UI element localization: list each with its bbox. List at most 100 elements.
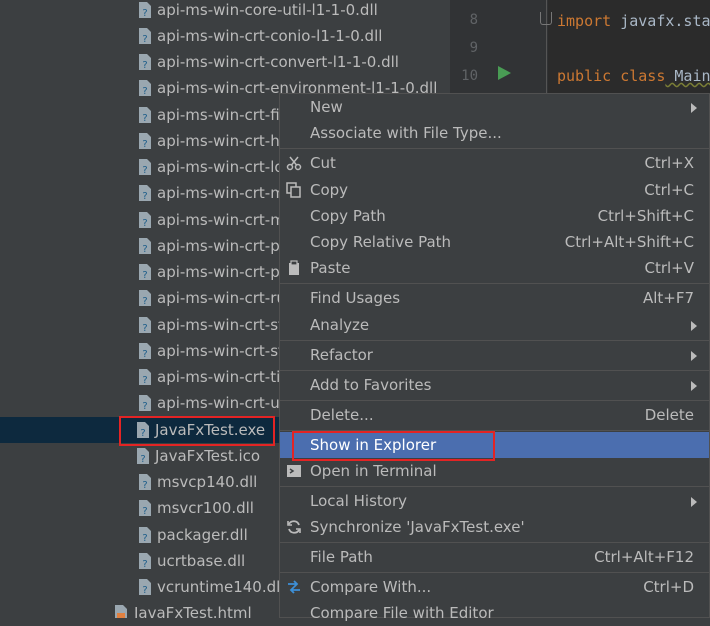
menu-separator (280, 400, 709, 401)
show-in-explorer-annotation-box (292, 431, 495, 461)
menu-item-compare-file-with-editor[interactable]: Compare File with Editor (280, 600, 709, 626)
menu-separator (280, 542, 709, 543)
tree-item-label: api-ms-win-crt-he (157, 132, 289, 150)
unknown-file-icon: ? (139, 553, 151, 569)
unknown-file-icon: ? (139, 343, 151, 359)
menu-item-copy[interactable]: Copy Ctrl+C (280, 177, 709, 203)
tree-item-label: api-ms-win-crt-ru (157, 289, 286, 307)
code-line: public class Main (557, 67, 710, 85)
svg-text:?: ? (142, 218, 147, 228)
menu-item-new[interactable]: New (280, 94, 709, 120)
html-file-icon (115, 605, 127, 618)
tree-item-label: api-ms-win-crt-lo (157, 158, 284, 176)
menu-separator (280, 572, 709, 573)
menu-item-shortcut: Ctrl+X (644, 154, 694, 172)
tree-item-label: api-ms-win-crt-conio-l1-1-0.dll (157, 27, 383, 45)
svg-text:?: ? (142, 506, 147, 516)
terminal-icon (287, 465, 301, 477)
menu-item-compare-with[interactable]: Compare With... Ctrl+D (280, 574, 709, 600)
tree-item-label: api-ms-win-crt-ti (157, 368, 281, 386)
menu-separator (280, 370, 709, 371)
line-number: 10 (461, 68, 478, 84)
menu-item-find-usages[interactable]: Find Usages Alt+F7 (280, 285, 709, 311)
menu-item-file-path[interactable]: File Path Ctrl+Alt+F12 (280, 544, 709, 570)
unknown-file-icon: ? (139, 474, 151, 490)
menu-item-delete[interactable]: Delete... Delete (280, 402, 709, 428)
tree-item-label: vcruntime140.dll (157, 578, 285, 596)
svg-text:?: ? (142, 113, 147, 123)
tree-item-label: JavaFxTest.ico (155, 447, 261, 465)
unknown-file-icon: ? (139, 185, 151, 201)
tree-item-label: msvcr100.dll (157, 499, 254, 517)
svg-text:?: ? (142, 86, 147, 96)
menu-item-synchronize[interactable]: Synchronize 'JavaFxTest.exe' (280, 514, 709, 540)
tree-item-label: JavaFxTest.html (134, 604, 252, 618)
menu-item-local-history[interactable]: Local History (280, 488, 709, 514)
tree-item-label: api-ms-win-crt-p (157, 237, 280, 255)
unknown-file-icon: ? (139, 28, 151, 44)
menu-item-shortcut: Alt+F7 (642, 289, 694, 307)
menu-item-add-to-favorites[interactable]: Add to Favorites (280, 372, 709, 398)
menu-item-associate-file-type[interactable]: Associate with File Type... (280, 120, 709, 146)
menu-item-copy-path[interactable]: Copy Path Ctrl+Shift+C (280, 203, 709, 229)
svg-text:?: ? (142, 60, 147, 70)
selected-file-annotation-box (119, 416, 275, 446)
svg-text:?: ? (142, 270, 147, 280)
svg-text:?: ? (142, 559, 147, 569)
tree-item-label: ucrtbase.dll (157, 552, 246, 570)
unknown-file-icon: ? (139, 54, 151, 70)
tree-item-label: packager.dll (157, 526, 248, 544)
tree-item-label: msvcp140.dll (157, 473, 258, 491)
menu-item-label: Associate with File Type... (310, 124, 502, 142)
unknown-file-icon: ? (139, 238, 151, 254)
unknown-file-icon: ? (139, 133, 151, 149)
menu-item-label: Cut (310, 154, 336, 172)
submenu-arrow-icon (691, 321, 697, 331)
menu-item-paste[interactable]: Paste Ctrl+V (280, 255, 709, 281)
svg-text:?: ? (142, 323, 147, 333)
unknown-file-icon: ? (139, 527, 151, 543)
unknown-file-icon: ? (137, 448, 149, 464)
menu-item-refactor[interactable]: Refactor (280, 342, 709, 368)
submenu-arrow-icon (691, 497, 697, 507)
svg-text:?: ? (142, 533, 147, 543)
unknown-file-icon: ? (139, 290, 151, 306)
menu-item-label: Synchronize 'JavaFxTest.exe' (310, 518, 525, 536)
menu-item-analyze[interactable]: Analyze (280, 312, 709, 338)
menu-separator (280, 486, 709, 487)
unknown-file-icon: ? (139, 107, 151, 123)
menu-item-open-in-terminal[interactable]: Open in Terminal (280, 458, 709, 484)
menu-item-label: File Path (310, 548, 373, 566)
menu-item-cut[interactable]: Cut Ctrl+X (280, 150, 709, 176)
tree-item-label: api-ms-win-core-util-l1-1-0.dll (157, 1, 378, 19)
fold-marker-icon[interactable] (540, 12, 552, 25)
code-line: import javafx.sta (557, 12, 710, 30)
tree-item-label: api-ms-win-crt-p (157, 263, 280, 281)
svg-text:?: ? (140, 454, 145, 464)
unknown-file-icon: ? (139, 264, 151, 280)
menu-item-label: Delete... (310, 406, 374, 424)
menu-item-copy-relative-path[interactable]: Copy Relative Path Ctrl+Alt+Shift+C (280, 229, 709, 255)
menu-item-label: Compare File with Editor (310, 604, 494, 622)
submenu-arrow-icon (691, 351, 697, 361)
tree-item-label: api-ms-win-crt-convert-l1-1-0.dll (157, 53, 399, 71)
menu-item-label: Copy (310, 181, 349, 199)
menu-item-label: Local History (310, 492, 408, 510)
tree-item-label: api-ms-win-crt-m (157, 184, 285, 202)
tree-row-1[interactable]: ? api-ms-win-crt-conio-l1-1-0.dll (0, 23, 450, 49)
code-keyword: import (557, 12, 612, 30)
menu-item-shortcut: Ctrl+Alt+F12 (594, 548, 694, 566)
tree-item-label: api-ms-win-crt-st (157, 316, 284, 334)
code-text: javafx.sta (611, 12, 710, 30)
menu-separator (280, 283, 709, 284)
menu-item-label: Compare With... (310, 578, 432, 596)
tree-row-2[interactable]: ? api-ms-win-crt-convert-l1-1-0.dll (0, 49, 450, 75)
tree-row-0[interactable]: ? api-ms-win-core-util-l1-1-0.dll (0, 0, 450, 23)
menu-item-label: Paste (310, 259, 351, 277)
line-number: 9 (469, 40, 478, 56)
submenu-arrow-icon (691, 381, 697, 391)
menu-separator (280, 148, 709, 149)
menu-item-shortcut: Ctrl+Alt+Shift+C (564, 233, 694, 251)
unknown-file-icon: ? (139, 500, 151, 516)
run-gutter-icon[interactable] (498, 66, 511, 80)
